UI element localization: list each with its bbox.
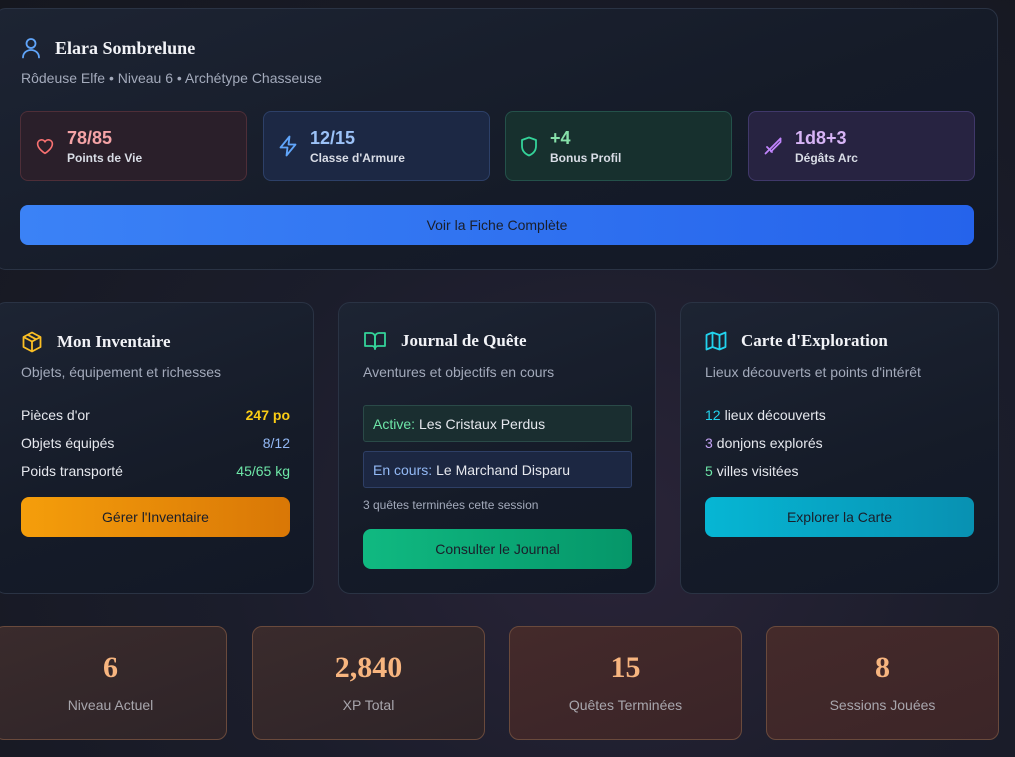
shield-icon	[520, 136, 538, 157]
inventory-header: Mon Inventaire	[21, 331, 171, 353]
summary-value: 6	[103, 651, 118, 684]
map-stat-line: 5 villes visitées	[705, 463, 799, 479]
inventory-row: Poids transporté 45/65 kg	[21, 463, 290, 479]
map-stat-text: villes visitées	[716, 463, 799, 479]
row-label: Objets équipés	[21, 435, 115, 451]
stat-bow-damage: 1d8+3 Dégâts Arc	[748, 111, 975, 181]
stat-label: Points de Vie	[67, 150, 143, 165]
stat-value: 78/85	[67, 127, 113, 148]
map-stat-line: 3 donjons explorés	[705, 435, 823, 451]
consult-journal-button[interactable]: Consulter le Journal	[363, 529, 632, 569]
stat-value: 1d8+3	[795, 127, 847, 148]
summary-quests-card: 15 Quêtes Terminées	[509, 626, 742, 740]
map-header: Carte d'Exploration	[705, 331, 888, 351]
summary-value: 8	[875, 651, 890, 684]
stat-label: Bonus Profil	[550, 150, 622, 165]
row-value: 45/65 kg	[236, 463, 290, 479]
row-label: Pièces d'or	[21, 407, 90, 423]
character-subtitle: Rôdeuse Elfe • Niveau 6 • Archétype Chas…	[21, 70, 322, 86]
summary-xp-card: 2,840 XP Total	[252, 626, 485, 740]
inventory-card: Mon Inventaire Objets, équipement et ric…	[0, 302, 314, 594]
exploration-map-card: Carte d'Exploration Lieux découverts et …	[680, 302, 999, 594]
card-subtitle: Lieux découverts et points d'intérêt	[705, 364, 921, 380]
row-value: 247 po	[245, 407, 290, 423]
character-header: Elara Sombrelune	[21, 37, 195, 59]
quest-name: Les Cristaux Perdus	[419, 415, 546, 432]
character-panel: Elara Sombrelune Rôdeuse Elfe • Niveau 6…	[0, 8, 998, 270]
stat-label: Dégâts Arc	[795, 150, 858, 165]
summary-sessions-card: 8 Sessions Jouées	[766, 626, 999, 740]
card-title: Carte d'Exploration	[741, 331, 888, 350]
quest-in-progress-item[interactable]: En cours: Le Marchand Disparu	[363, 451, 632, 488]
summary-label: Sessions Jouées	[829, 697, 936, 713]
map-stat-text: lieux découverts	[724, 407, 826, 423]
inventory-row: Objets équipés 8/12	[21, 435, 290, 451]
quest-header: Journal de Quête	[363, 331, 527, 351]
quest-active-item[interactable]: Active: Les Cristaux Perdus	[363, 405, 632, 442]
map-stat-count: 3	[705, 435, 713, 451]
quest-name: Le Marchand Disparu	[436, 461, 570, 478]
quest-journal-card: Journal de Quête Aventures et objectifs …	[338, 302, 656, 594]
summary-value: 15	[610, 651, 641, 684]
summary-label: XP Total	[342, 697, 395, 713]
map-stat-text: donjons explorés	[716, 435, 823, 451]
card-subtitle: Aventures et objectifs en cours	[363, 364, 555, 380]
row-value: 8/12	[262, 435, 290, 451]
card-title: Mon Inventaire	[57, 332, 171, 351]
map-stat-count: 5	[705, 463, 713, 479]
stat-value: 12/15	[310, 127, 356, 148]
summary-label: Niveau Actuel	[67, 697, 154, 713]
card-title: Journal de Quête	[401, 331, 527, 350]
lightning-icon	[278, 135, 298, 157]
inventory-row: Pièces d'or 247 po	[21, 407, 290, 423]
book-icon	[363, 331, 387, 351]
quest-completed-note: 3 quêtes terminées cette session	[363, 498, 539, 512]
sword-icon	[763, 136, 783, 156]
map-stat-line: 12 lieux découverts	[705, 407, 826, 423]
user-icon	[21, 37, 41, 59]
explore-map-button[interactable]: Explorer la Carte	[705, 497, 974, 537]
summary-label: Quêtes Terminées	[568, 697, 683, 713]
stat-proficiency-bonus: +4 Bonus Profil	[505, 111, 732, 181]
quest-status-label: En cours:	[373, 461, 433, 478]
card-subtitle: Objets, équipement et richesses	[21, 364, 221, 380]
map-stat-count: 12	[705, 407, 721, 423]
summary-level-card: 6 Niveau Actuel	[0, 626, 227, 740]
summary-value: 2,840	[334, 651, 403, 684]
heart-icon	[35, 137, 55, 155]
stat-armor-class: 12/15 Classe d'Armure	[263, 111, 490, 181]
stat-label: Classe d'Armure	[310, 150, 405, 165]
quest-status-label: Active:	[373, 415, 416, 432]
map-icon	[705, 331, 727, 351]
manage-inventory-button[interactable]: Gérer l'Inventaire	[21, 497, 290, 537]
stat-hit-points: 78/85 Points de Vie	[20, 111, 247, 181]
box-icon	[21, 331, 43, 353]
row-label: Poids transporté	[21, 463, 123, 479]
view-full-sheet-button[interactable]: Voir la Fiche Complète	[20, 205, 974, 245]
stat-value: +4	[550, 127, 571, 148]
character-name: Elara Sombrelune	[55, 37, 196, 58]
